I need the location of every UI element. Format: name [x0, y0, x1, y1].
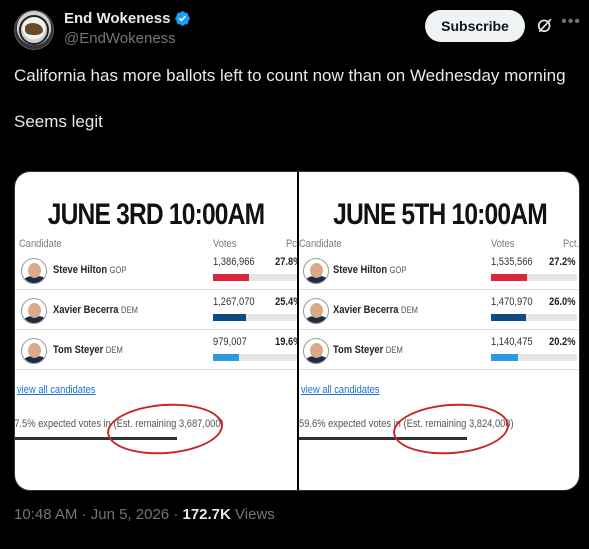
col-pct: Pct.	[563, 238, 580, 250]
view-all-candidates-link[interactable]: view all candidates	[301, 384, 379, 396]
tweet-gap	[14, 87, 574, 110]
grok-icon[interactable]	[535, 15, 555, 35]
col-votes: Votes	[491, 238, 515, 250]
candidate-photo	[303, 258, 329, 284]
vote-bar-fill	[213, 314, 246, 321]
vote-count: 1,470,970	[491, 296, 533, 308]
more-icon[interactable]: •••	[561, 12, 581, 32]
table-row: Tom SteyerDEM 979,007 19.6%	[15, 334, 297, 370]
panel-title: JUNE 5TH 10:00AM	[333, 198, 548, 231]
views-label: Views	[235, 506, 275, 523]
vote-count: 1,535,566	[491, 256, 533, 268]
vote-bar	[491, 314, 577, 321]
table-row: Tom Steyer DEM 1,140,475 20.2%	[299, 334, 579, 370]
vote-bar	[213, 314, 297, 321]
table-row: Steve HiltonGOP 1,386,966 27.8%	[15, 254, 297, 290]
vote-count: 1,140,475	[491, 336, 533, 348]
name-row: End Wokeness	[64, 10, 191, 27]
candidate-name: Xavier Becerra DEM	[333, 304, 419, 316]
tweet-meta: 10:48 AM · Jun 5, 2026 · 172.7K Views	[14, 506, 275, 523]
results-panel-left[interactable]: JUNE 3RD 10:00AM Candidate Votes Pct. St…	[15, 172, 297, 490]
vote-pct: 26.0%	[549, 296, 576, 308]
tweet-media[interactable]: JUNE 3RD 10:00AM Candidate Votes Pct. St…	[14, 171, 580, 491]
candidate-photo	[21, 298, 47, 324]
vote-pct: 25.4%	[275, 296, 297, 308]
meta-separator: ·	[173, 506, 179, 523]
candidate-photo	[21, 338, 47, 364]
tweet-line: Seems legit	[14, 112, 103, 131]
vote-pct: 27.2%	[549, 256, 576, 268]
candidate-photo	[21, 258, 47, 284]
vote-bar-fill	[213, 354, 239, 361]
col-candidate: Candidate	[299, 238, 342, 250]
candidate-photo	[303, 338, 329, 364]
vote-pct: 27.8%	[275, 256, 297, 268]
candidate-name: Steve Hilton GOP	[333, 264, 407, 276]
candidate-photo	[303, 298, 329, 324]
vote-count: 979,007	[213, 336, 247, 348]
meta-separator: ·	[81, 506, 87, 523]
col-votes: Votes	[213, 238, 237, 250]
candidate-name: Tom Steyer DEM	[53, 344, 123, 356]
vote-bar	[213, 354, 297, 361]
table-row: Xavier Becerra DEM 1,470,970 26.0%	[299, 294, 579, 330]
vote-count: 1,267,070	[213, 296, 255, 308]
col-pct: Pct.	[286, 238, 297, 250]
vote-pct: 19.6%	[275, 336, 297, 348]
author-block[interactable]: End Wokeness @EndWokeness	[64, 10, 191, 47]
panel-title: JUNE 3RD 10:00AM	[47, 198, 265, 231]
eagle-emblem-icon	[25, 23, 43, 35]
subscribe-button[interactable]: Subscribe	[425, 10, 525, 42]
vote-bar-fill	[491, 354, 518, 361]
views-count: 172.7K	[182, 506, 231, 523]
view-all-candidates-link[interactable]: view all candidates	[17, 384, 95, 396]
vote-count: 1,386,966	[213, 256, 255, 268]
results-panel-right[interactable]: JUNE 5TH 10:00AM Candidate Votes Pct. St…	[299, 172, 580, 490]
tweet-line: California has more ballots left to coun…	[14, 66, 566, 85]
timestamp[interactable]: 10:48 AM	[14, 506, 77, 523]
candidate-name: Xavier Becerra DEM	[53, 304, 139, 316]
vote-bar-fill	[491, 314, 526, 321]
vote-pct: 20.2%	[549, 336, 576, 348]
tweet-text: California has more ballots left to coun…	[14, 64, 574, 133]
author-name[interactable]: End Wokeness	[64, 10, 170, 27]
col-candidate: Candidate	[19, 238, 62, 250]
vote-bar	[491, 354, 577, 361]
vote-bar	[213, 274, 297, 281]
table-row: Steve Hilton GOP 1,535,566 27.2%	[299, 254, 579, 290]
avatar[interactable]	[14, 10, 54, 50]
table-row: Xavier BecerraDEM 1,267,070 25.4%	[15, 294, 297, 330]
author-handle[interactable]: @EndWokeness	[64, 30, 191, 47]
date[interactable]: Jun 5, 2026	[91, 506, 169, 523]
vote-bar-fill	[213, 274, 249, 281]
verified-badge-icon	[175, 11, 191, 26]
candidate-name: Steve Hilton GOP	[53, 264, 127, 276]
candidate-name: Tom Steyer DEM	[333, 344, 403, 356]
vote-bar-fill	[491, 274, 527, 281]
red-circle-annotation	[105, 400, 225, 458]
tweet-header: End Wokeness @EndWokeness Subscribe •••	[14, 8, 581, 54]
red-circle-annotation	[391, 400, 511, 458]
vote-bar	[491, 274, 577, 281]
